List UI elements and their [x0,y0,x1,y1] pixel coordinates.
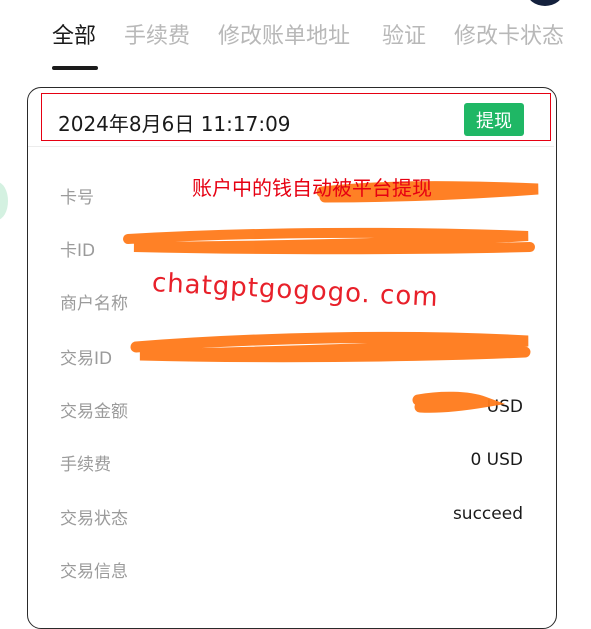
redaction-amount [412,391,506,413]
redaction-card-id [123,227,535,255]
redaction-transaction-id [130,331,531,363]
annotation-text: 账户中的钱自动被平台提现 [192,176,432,200]
